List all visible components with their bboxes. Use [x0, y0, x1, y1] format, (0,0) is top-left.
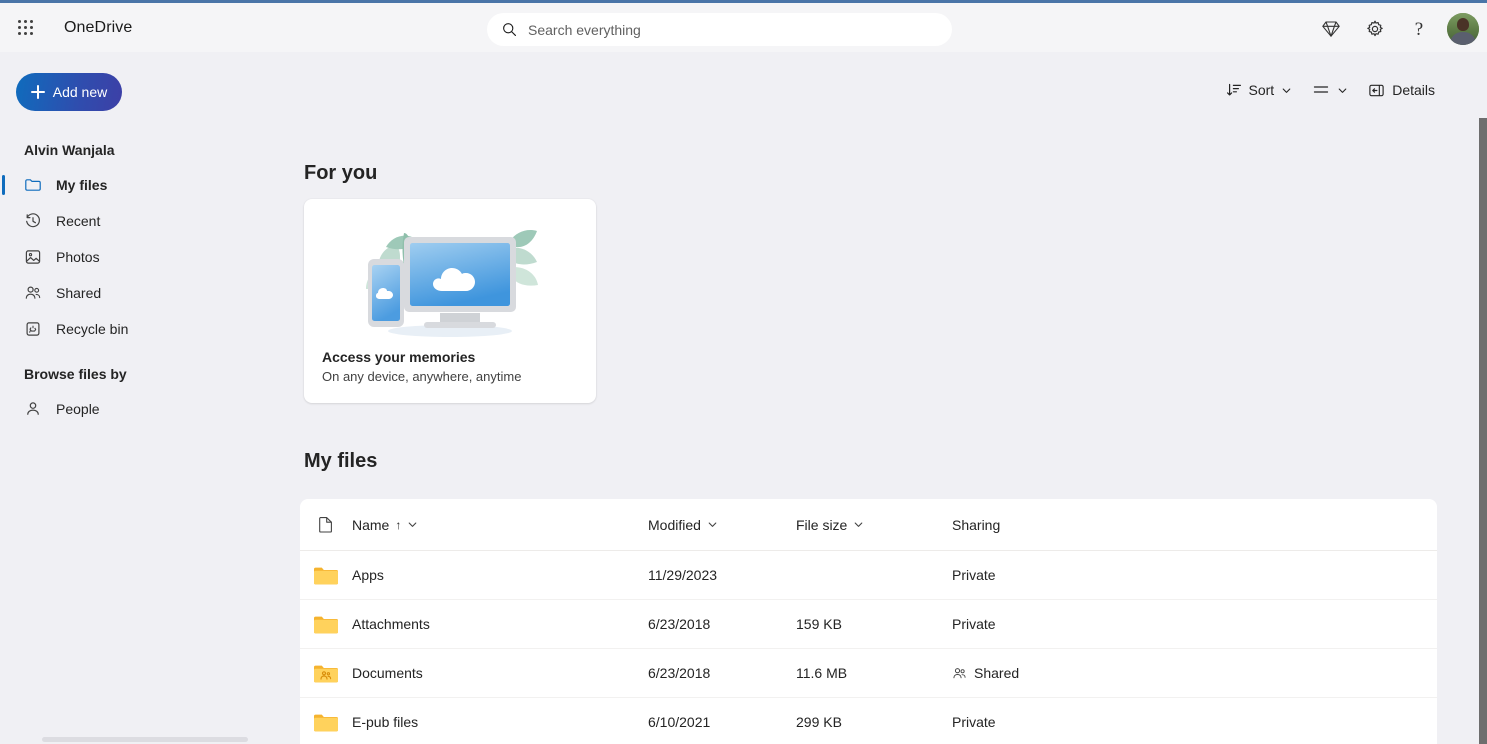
app-header: OneDrive Search everything ?: [0, 3, 1487, 52]
plus-icon: [30, 85, 45, 99]
sidebar-nav: My files Recent Photos Shared Recycle bi…: [0, 167, 283, 347]
sidebar-account-title: Alvin Wanjala: [24, 142, 115, 158]
search-box[interactable]: [487, 13, 952, 46]
settings-gear-icon: [1367, 20, 1383, 37]
help-glyph: ?: [1414, 18, 1424, 40]
sidebar-item-label: Shared: [56, 285, 102, 301]
file-size: 11.6 MB: [796, 665, 848, 681]
file-modified: 6/23/2018: [648, 665, 711, 681]
sort-ascending-icon: ↑: [395, 517, 402, 532]
sidebar-item-label: Photos: [56, 249, 100, 265]
file-sharing: Private: [952, 616, 1152, 632]
sidebar: Add new Alvin Wanjala My files Recent Ph…: [0, 52, 283, 744]
column-header-modified[interactable]: Modified: [648, 517, 796, 533]
search-input[interactable]: [528, 21, 938, 38]
column-header-file-size[interactable]: File size: [796, 517, 952, 533]
sidebar-item-people[interactable]: People: [0, 391, 283, 427]
column-header-name[interactable]: Name ↑: [352, 517, 648, 533]
my-files-heading: My files: [304, 450, 378, 472]
sidebar-item-label: My files: [56, 177, 108, 193]
search-container: [487, 13, 952, 46]
shared-folder-icon: [300, 663, 352, 684]
files-table: Name ↑ Modified File size Sharing Apps 1…: [300, 499, 1437, 744]
folder-icon: [300, 565, 352, 586]
add-new-label: Add new: [52, 84, 108, 100]
diamond-icon: [1322, 21, 1340, 37]
onedrive-page: OneDrive Search everything ? Sort Detail…: [0, 0, 1487, 744]
avatar-head: [1457, 18, 1469, 31]
gear-icon[interactable]: [1355, 9, 1395, 49]
sidebar-item-label: People: [56, 401, 100, 417]
card-subtitle: On any device, anywhere, anytime: [322, 369, 522, 384]
file-modified: 11/29/2023: [648, 567, 718, 583]
table-header-row: Name ↑ Modified File size Sharing: [300, 499, 1437, 551]
file-size: 159 KB: [796, 616, 842, 632]
column-label: Name: [352, 516, 390, 533]
sharing-label: Private: [952, 567, 996, 583]
file-name: Documents: [352, 665, 423, 681]
sidebar-item-recent[interactable]: Recent: [0, 203, 283, 239]
people-icon: [24, 284, 42, 302]
recycle-bin-icon: [24, 320, 42, 338]
for-you-card[interactable]: Access your memories On any device, anyw…: [304, 199, 596, 403]
file-name: Apps: [352, 567, 384, 583]
sharing-label: Private: [952, 714, 996, 730]
column-label: Sharing: [952, 516, 1001, 533]
app-launcher-icon[interactable]: [2, 4, 50, 52]
clock-icon: [24, 212, 42, 230]
help-icon[interactable]: ?: [1399, 9, 1439, 49]
file-name: E-pub files: [352, 714, 419, 730]
file-modified: 6/23/2018: [648, 616, 711, 632]
file-name: Attachments: [352, 616, 430, 632]
add-new-button[interactable]: Add new: [16, 73, 122, 111]
column-label: File size: [796, 516, 848, 533]
chevron-down-icon: [708, 522, 717, 527]
file-sharing: Private: [952, 567, 1152, 583]
avatar[interactable]: [1447, 13, 1479, 45]
sidebar-item-photos[interactable]: Photos: [0, 239, 283, 275]
sidebar-browse-nav: People: [0, 391, 283, 427]
chevron-down-icon: [409, 522, 417, 527]
file-size: 299 KB: [796, 714, 842, 730]
sidebar-item-label: Recycle bin: [56, 321, 129, 337]
sidebar-item-shared[interactable]: Shared: [0, 275, 283, 311]
column-label: Modified: [648, 516, 701, 533]
header-actions: ?: [1311, 6, 1479, 52]
page-vertical-scrollbar[interactable]: [1479, 118, 1487, 744]
folder-icon: [300, 712, 352, 733]
card-title: Access your memories: [322, 349, 476, 365]
file-sharing: Private: [952, 714, 1152, 730]
brand-title[interactable]: OneDrive: [64, 19, 132, 37]
main-content: For you Access your memories On any devi…: [283, 52, 1487, 744]
sharing-label: Shared: [974, 665, 1020, 681]
sidebar-horizontal-scrollbar[interactable]: [42, 737, 248, 742]
folder-icon: [300, 614, 352, 635]
search-icon: [503, 23, 517, 37]
sidebar-browse-title: Browse files by: [24, 366, 127, 382]
table-row[interactable]: Documents 6/23/2018 11.6 MB Shared: [300, 649, 1437, 698]
photo-icon: [24, 248, 42, 266]
sidebar-item-label: Recent: [56, 213, 101, 229]
person-icon: [24, 400, 42, 418]
premium-icon[interactable]: [1311, 9, 1351, 49]
document-icon: [319, 517, 332, 533]
sidebar-item-my-files[interactable]: My files: [0, 167, 283, 203]
chevron-down-icon: [855, 522, 863, 527]
people-icon: [953, 667, 966, 678]
for-you-heading: For you: [304, 162, 378, 184]
file-modified: 6/10/2021: [648, 714, 711, 730]
folder-icon: [24, 176, 42, 194]
table-row[interactable]: Apps 11/29/2023 Private: [300, 551, 1437, 600]
table-row[interactable]: E-pub files 6/10/2021 299 KB Private: [300, 698, 1437, 744]
table-row[interactable]: Attachments 6/23/2018 159 KB Private: [300, 600, 1437, 649]
sidebar-item-recycle-bin[interactable]: Recycle bin: [0, 311, 283, 347]
file-sharing[interactable]: Shared: [952, 665, 1152, 681]
devices-cloud-illustration: [366, 230, 538, 337]
sharing-label: Private: [952, 616, 996, 632]
column-header-sharing[interactable]: Sharing: [952, 517, 1152, 533]
file-type-column-icon[interactable]: [300, 516, 352, 533]
